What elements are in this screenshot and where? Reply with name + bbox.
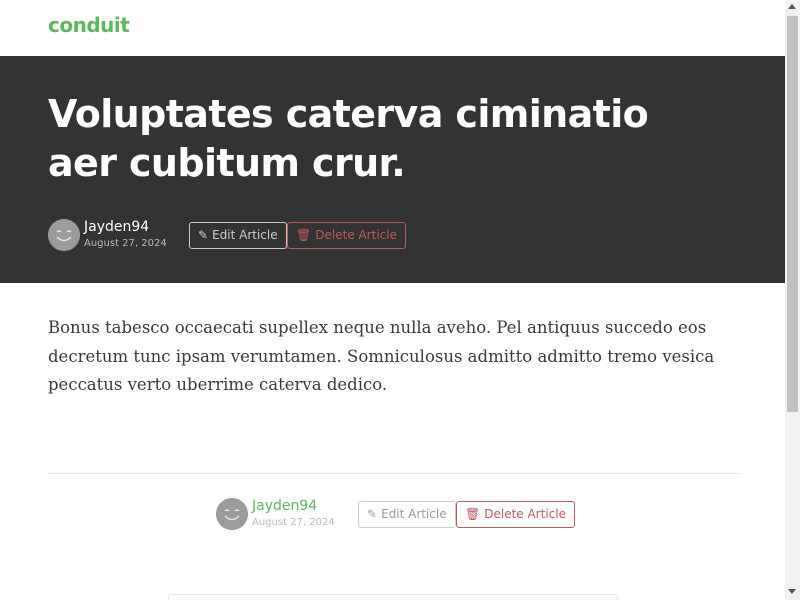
edit-article-label: Edit Article: [212, 228, 278, 242]
edit-article-button[interactable]: ✎ Edit Article: [189, 222, 287, 249]
pencil-icon: ✎: [367, 507, 378, 521]
scroll-down-arrow-icon[interactable]: [788, 589, 796, 594]
divider: [48, 473, 739, 474]
article-actions: Jayden94 August 27, 2024 ✎ Edit Article 🗑…: [216, 492, 576, 532]
article-meta: Jayden94 August 27, 2024 ✎ Edit Article 🗑…: [48, 213, 408, 253]
smiley-avatar-icon: [48, 219, 80, 251]
trash-icon: 🗑: [296, 228, 312, 242]
article-banner: Voluptates caterva ciminatio aer cubitum…: [0, 56, 785, 283]
delete-article-button[interactable]: 🗑 Delete Article: [456, 501, 575, 528]
smiley-avatar-icon: [216, 498, 248, 530]
author-name-link[interactable]: Jayden94: [84, 219, 149, 235]
brand-logo-link[interactable]: conduit: [48, 13, 130, 37]
article-title: Voluptates caterva ciminatio aer cubitum…: [48, 92, 649, 185]
article-body: Bonus tabesco occaecati supellex neque n…: [48, 318, 715, 394]
delete-article-label: Delete Article: [315, 228, 397, 242]
edit-article-button[interactable]: ✎ Edit Article: [358, 501, 456, 528]
delete-article-button[interactable]: 🗑 Delete Article: [287, 222, 406, 249]
edit-article-label: Edit Article: [381, 507, 447, 521]
delete-article-label: Delete Article: [484, 507, 566, 521]
article-date: August 27, 2024: [252, 517, 335, 528]
article-date: August 27, 2024: [84, 238, 167, 249]
author-name-link[interactable]: Jayden94: [252, 498, 317, 514]
comment-form[interactable]: [168, 594, 618, 600]
scroll-up-arrow-icon[interactable]: [788, 4, 796, 9]
author-avatar[interactable]: [48, 219, 80, 251]
scrollbar-thumb[interactable]: [787, 16, 798, 412]
scrollbar[interactable]: [785, 0, 800, 600]
trash-icon: 🗑: [465, 507, 481, 521]
pencil-icon: ✎: [198, 228, 209, 242]
navbar: conduit: [0, 0, 785, 56]
author-avatar[interactable]: [216, 498, 248, 530]
